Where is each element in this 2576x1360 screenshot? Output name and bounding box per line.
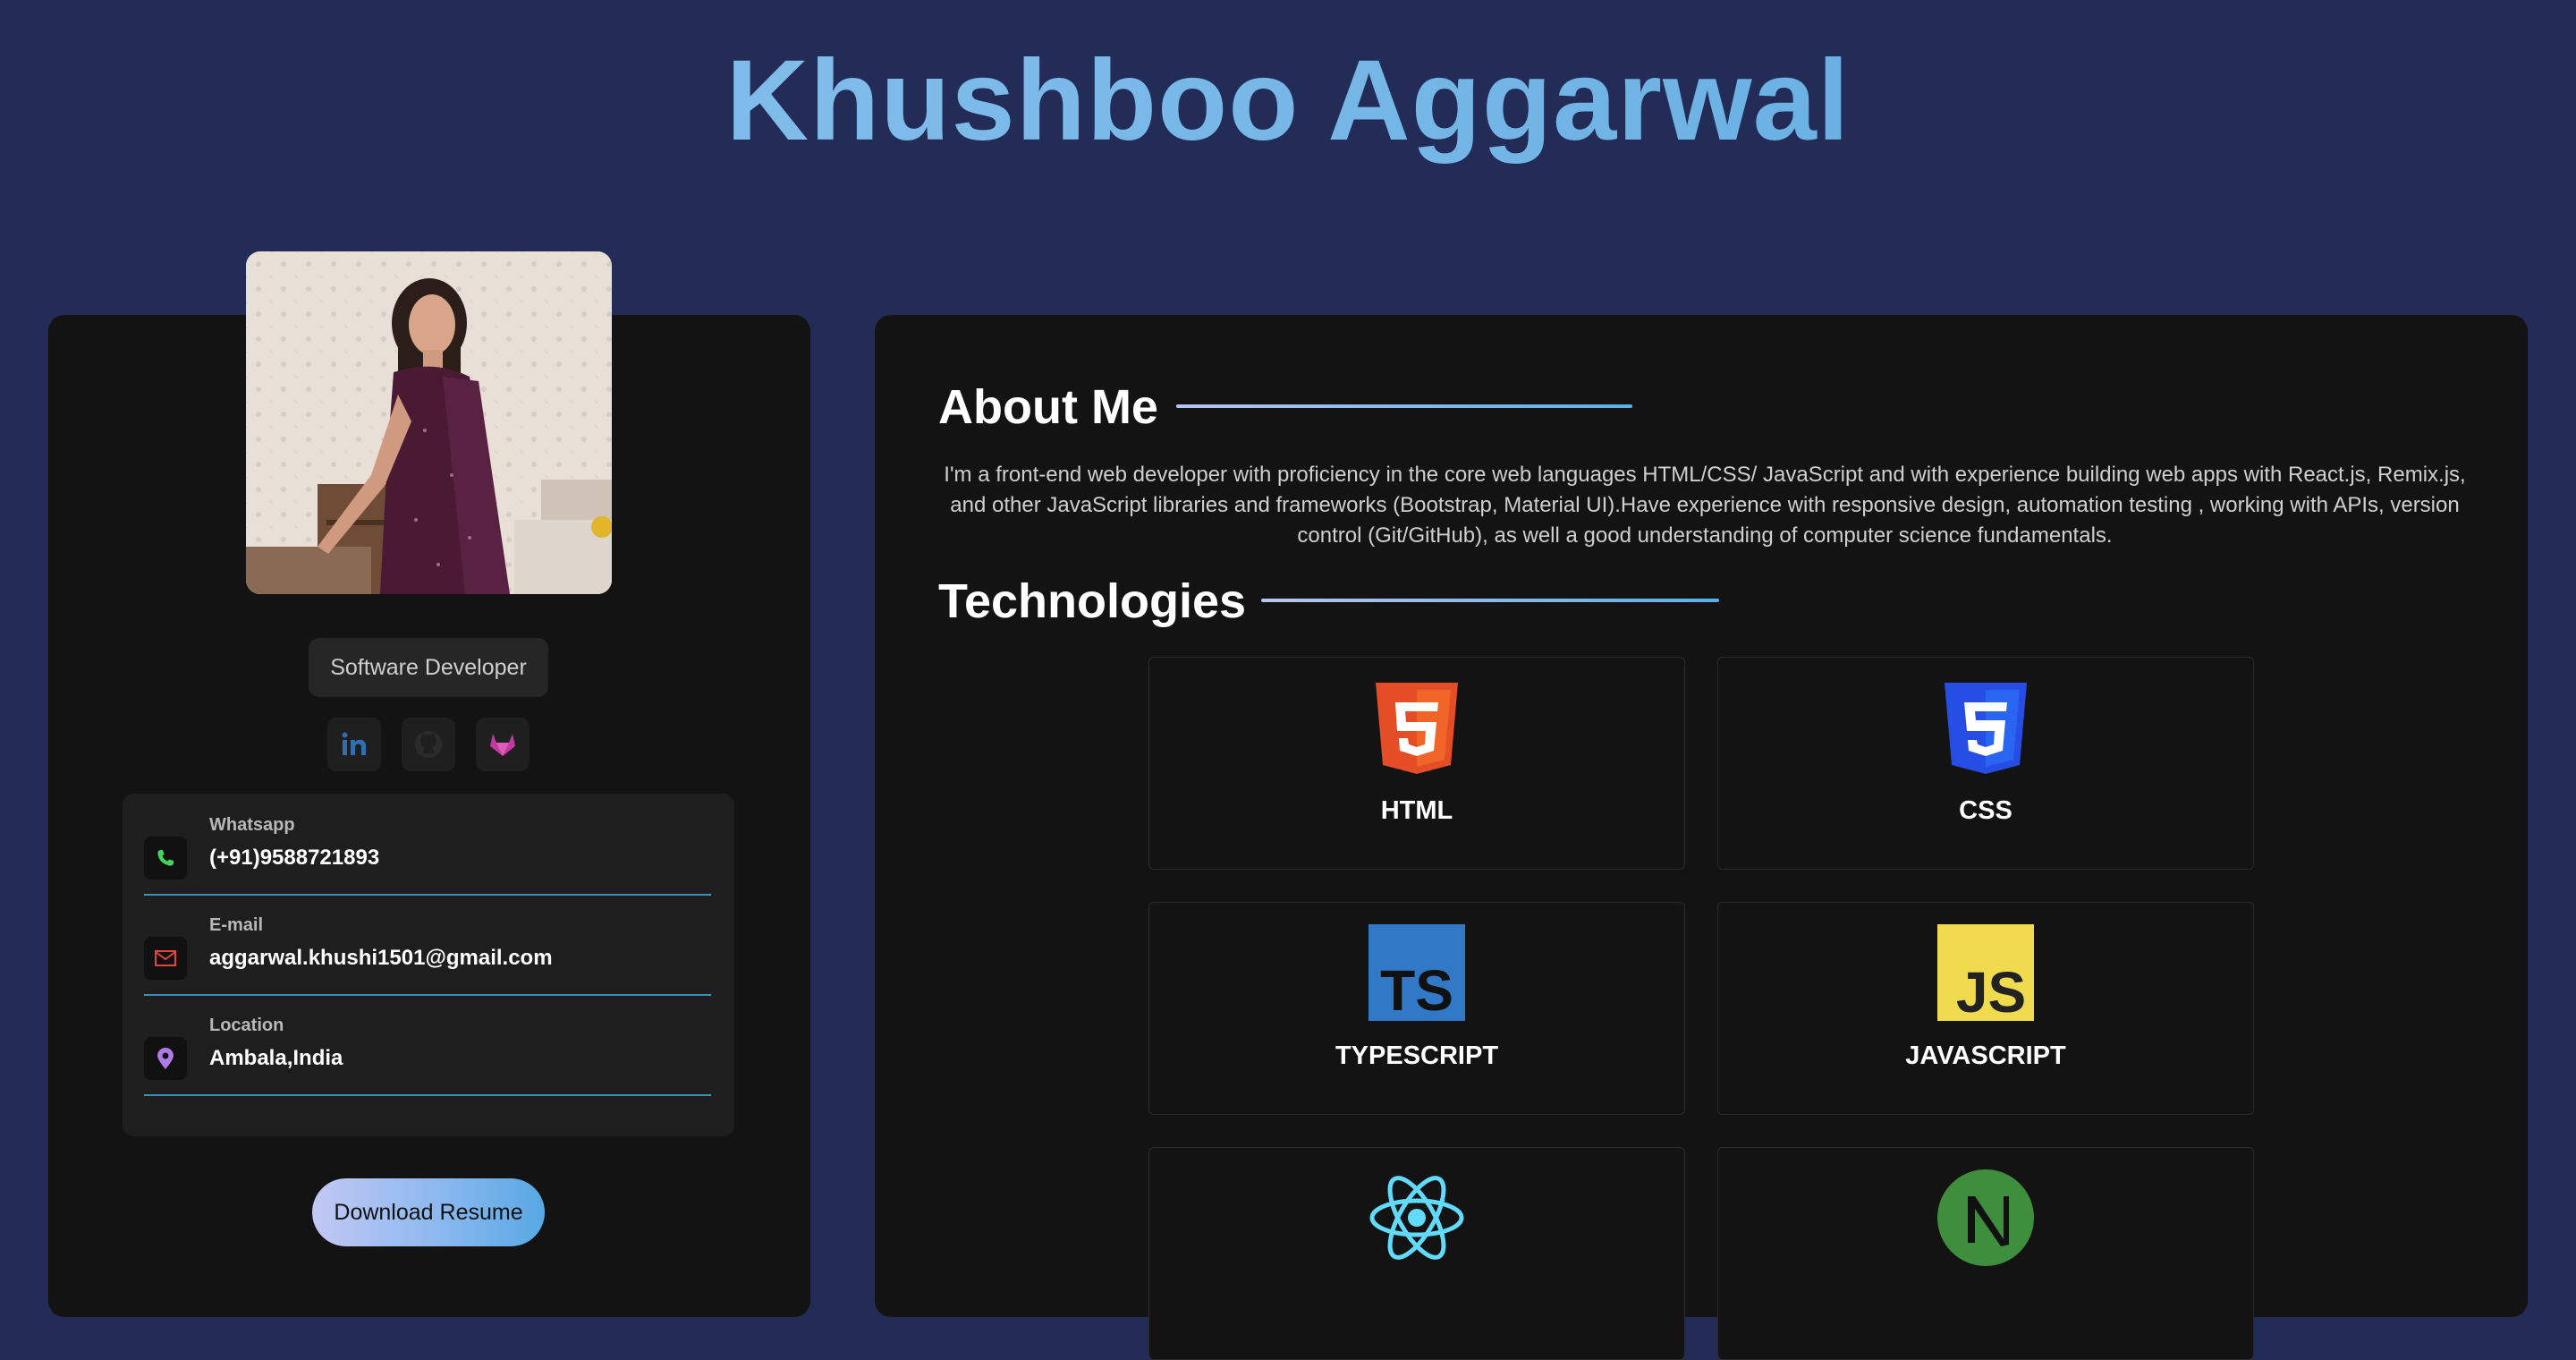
about-heading: About Me	[938, 380, 1158, 434]
profile-photo	[246, 251, 612, 594]
svg-text:JS: JS	[1956, 960, 2026, 1021]
whatsapp-number[interactable]: (+91)9588721893	[209, 846, 379, 871]
technologies-heading: Technologies	[938, 574, 1247, 628]
contact-row-whatsapp: Whatsapp (+91)9588721893	[144, 794, 711, 896]
contact-label: E-mail	[209, 915, 264, 935]
location-value: Ambala,India	[209, 1046, 343, 1070]
gitlab-link[interactable]	[476, 718, 530, 771]
tech-name: HTML	[1380, 796, 1453, 825]
linkedin-link[interactable]	[327, 718, 381, 771]
about-text: I'm a front-end web developer with profi…	[944, 463, 2466, 548]
react-icon	[1369, 1176, 1464, 1260]
tech-card-react	[1148, 1147, 1685, 1360]
contact-label: Whatsapp	[209, 815, 295, 835]
technologies-heading-underline	[1261, 599, 1719, 602]
github-icon	[415, 731, 442, 758]
mail-icon	[144, 937, 187, 980]
css3-icon	[1945, 683, 2027, 774]
html5-icon	[1376, 683, 1458, 774]
email-address[interactable]: aggarwal.khushi1501@gmail.com	[209, 946, 553, 971]
tech-card-css: CSS	[1717, 657, 2254, 870]
tech-name: CSS	[1959, 796, 2012, 825]
javascript-icon: JS	[1937, 924, 2034, 1021]
tech-card-nextjs	[1717, 1147, 2254, 1360]
contact-panel: Whatsapp (+91)9588721893 E-mail aggarwal…	[123, 794, 734, 1136]
tech-card-typescript: TS TYPESCRIPT	[1148, 902, 1685, 1115]
page-title: Khushboo Aggarwal	[0, 34, 2576, 168]
typescript-icon: TS	[1368, 924, 1465, 1021]
linkedin-icon	[342, 732, 366, 755]
location-pin-icon	[144, 1037, 187, 1080]
tech-card-javascript: JS JAVASCRIPT	[1717, 902, 2254, 1115]
contact-row-location: Location Ambala,India	[144, 994, 711, 1096]
about-heading-underline	[1176, 404, 1632, 408]
phone-icon	[144, 837, 187, 880]
contact-row-email: E-mail aggarwal.khushi1501@gmail.com	[144, 894, 711, 996]
nextjs-icon	[1937, 1169, 2034, 1266]
download-resume-button[interactable]: Download Resume	[312, 1178, 545, 1246]
github-link[interactable]	[402, 718, 455, 771]
gitlab-icon	[490, 734, 515, 756]
contact-label: Location	[209, 1016, 284, 1035]
svg-text:TS: TS	[1380, 958, 1453, 1021]
tech-card-html: HTML	[1148, 657, 1685, 870]
role-badge: Software Developer	[309, 638, 548, 697]
tech-name: JAVASCRIPT	[1905, 1041, 2066, 1070]
tech-name: TYPESCRIPT	[1335, 1041, 1499, 1070]
profile-photo-image	[246, 251, 612, 594]
